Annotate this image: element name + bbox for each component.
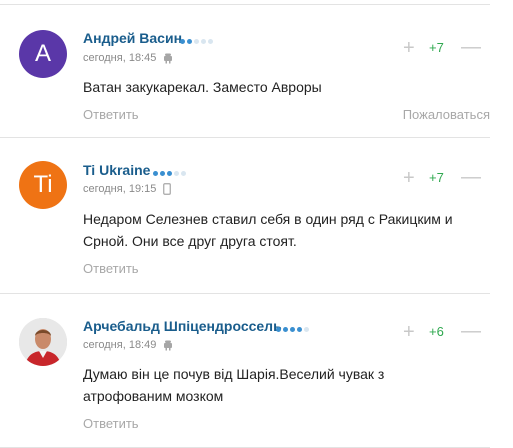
avatar-letter: А: [34, 40, 51, 67]
comment-text: Ватан закукарекал. Заместо Авроры: [83, 79, 322, 95]
avatar[interactable]: [19, 318, 67, 366]
rating-dots: [180, 39, 213, 44]
comment-item: Арчебальд Шпіцендроссель сегодня, 18:49 …: [0, 293, 490, 448]
comment-time: сегодня, 19:15: [83, 183, 157, 195]
rating-dot: [160, 171, 165, 176]
phone-icon: [163, 183, 172, 195]
avatar-photo: [19, 318, 67, 366]
rating-dot: [194, 39, 199, 44]
comment-score: +7: [429, 40, 444, 55]
android-icon: [164, 53, 173, 64]
comment-score: +6: [429, 324, 444, 339]
comment-meta: сегодня, 18:45: [83, 52, 173, 64]
rating-dot: [208, 39, 213, 44]
rating-dot: [181, 171, 186, 176]
avatar[interactable]: А: [19, 30, 67, 78]
rating-dot: [180, 39, 185, 44]
comment-text: Недаром Селезнев ставил себя в один ряд …: [83, 211, 453, 249]
downvote-button[interactable]: —: [461, 321, 481, 341]
upvote-button[interactable]: +: [403, 38, 415, 58]
author-name[interactable]: Ti Ukraine: [83, 162, 150, 178]
rating-dot: [201, 39, 206, 44]
comment-meta: сегодня, 18:49: [83, 339, 173, 351]
avatar-letter: Ti: [33, 171, 53, 198]
reply-link[interactable]: Ответить: [83, 416, 139, 431]
comment-text: Думаю він це почув від Шарія.Веселий чув…: [83, 366, 385, 404]
author-name[interactable]: Андрей Васин: [83, 30, 182, 46]
rating-dot: [290, 327, 295, 332]
comment-score: +7: [429, 170, 444, 185]
upvote-button[interactable]: +: [403, 168, 415, 188]
report-link[interactable]: Пожаловаться: [403, 107, 490, 122]
rating-dot: [187, 39, 192, 44]
rating-dots: [276, 327, 309, 332]
comment-time: сегодня, 18:49: [83, 339, 157, 351]
comment-item: А Андрей Васин сегодня, 18:45 + +7 — Ват…: [0, 4, 490, 137]
rating-dot: [297, 327, 302, 332]
avatar[interactable]: Ti: [19, 161, 67, 209]
downvote-button[interactable]: —: [461, 37, 481, 57]
rating-dot: [153, 171, 158, 176]
comment-item: Ti Ti Ukraine сегодня, 19:15 + +7 — Неда…: [0, 137, 490, 293]
comment-meta: сегодня, 19:15: [83, 183, 172, 195]
rating-dot: [174, 171, 179, 176]
author-name[interactable]: Арчебальд Шпіцендроссель: [83, 318, 282, 334]
android-icon: [164, 340, 173, 351]
downvote-button[interactable]: —: [461, 167, 481, 187]
rating-dot: [276, 327, 281, 332]
reply-link[interactable]: Ответить: [83, 107, 139, 122]
rating-dot: [283, 327, 288, 332]
upvote-button[interactable]: +: [403, 322, 415, 342]
rating-dot: [167, 171, 172, 176]
rating-dots: [153, 171, 186, 176]
rating-dot: [304, 327, 309, 332]
reply-link[interactable]: Ответить: [83, 261, 139, 276]
comment-time: сегодня, 18:45: [83, 52, 157, 64]
